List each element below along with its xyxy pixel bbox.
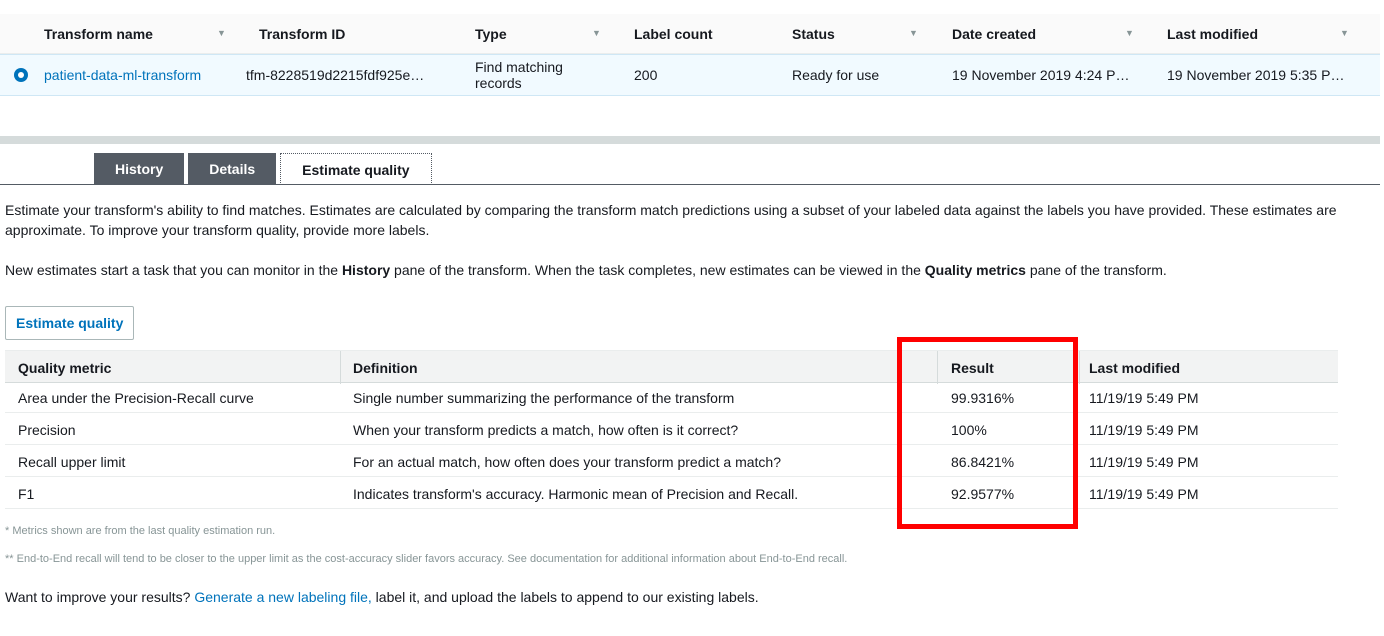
- metric-definition: When your transform predicts a match, ho…: [353, 422, 739, 438]
- tab-underline: [0, 184, 1380, 185]
- transform-last-modified: 19 November 2019 5:35 P…: [1167, 67, 1345, 83]
- generate-labeling-file-link[interactable]: Generate a new labeling file,: [194, 589, 371, 605]
- table-row: Recall upper limit For an actual match, …: [5, 447, 1338, 477]
- col-type[interactable]: Type: [475, 14, 507, 54]
- col-date-created[interactable]: Date created: [952, 14, 1036, 54]
- improve-results-text: Want to improve your results? Generate a…: [5, 589, 759, 605]
- sort-caret-icon[interactable]: ▼: [1125, 28, 1134, 38]
- metric-name: F1: [18, 486, 35, 502]
- metric-name: Precision: [18, 422, 76, 438]
- metric-result: 99.9316%: [951, 390, 1015, 406]
- metric-result: 100%: [951, 422, 987, 438]
- col-label-count[interactable]: Label count: [634, 14, 713, 54]
- transform-name-link[interactable]: patient-data-ml-transform: [44, 55, 201, 95]
- column-separator[interactable]: [1079, 351, 1080, 384]
- table-row: F1 Indicates transform's accuracy. Harmo…: [5, 479, 1338, 509]
- transform-type: Find matching records: [475, 59, 563, 91]
- metric-last-modified: 11/19/19 5:49 PM: [1089, 390, 1199, 406]
- transforms-table-header: Transform name ▼ Transform ID Type ▼ Lab…: [0, 14, 1380, 54]
- intro-text: Estimate your transform's ability to fin…: [5, 202, 1337, 238]
- metric-last-modified: 11/19/19 5:49 PM: [1089, 454, 1199, 470]
- column-separator[interactable]: [340, 351, 341, 384]
- transform-id: tfm-8228519d2215fdf925e…: [246, 67, 425, 83]
- radio-selected-icon[interactable]: [14, 68, 28, 82]
- col-status[interactable]: Status: [792, 14, 835, 54]
- column-separator[interactable]: [937, 351, 938, 384]
- metrics-table-header: Quality metric Definition Result Last mo…: [5, 350, 1338, 384]
- col-transform-name[interactable]: Transform name: [44, 14, 153, 54]
- tab-history[interactable]: History: [94, 153, 185, 185]
- sort-caret-icon[interactable]: ▼: [1340, 28, 1349, 38]
- metric-definition: Single number summarizing the performanc…: [353, 390, 735, 406]
- task-info-text: New estimates start a task that you can …: [5, 262, 1167, 278]
- recall-note: ** End-to-End recall will tend to be clo…: [5, 553, 848, 565]
- tab-bar: History Details Estimate quality: [94, 153, 436, 185]
- metric-definition: For an actual match, how often does your…: [353, 454, 781, 470]
- col-last-modified[interactable]: Last modified: [1167, 14, 1258, 54]
- estimate-quality-button[interactable]: Estimate quality: [5, 306, 135, 340]
- col-metric-last-modified: Last modified: [1089, 359, 1181, 376]
- metric-name: Area under the Precision-Recall curve: [18, 390, 254, 406]
- tab-details[interactable]: Details: [188, 153, 277, 185]
- table-row: Precision When your transform predicts a…: [5, 415, 1338, 445]
- metric-result: 86.8421%: [951, 454, 1015, 470]
- transform-date-created: 19 November 2019 4:24 P…: [952, 67, 1130, 83]
- transform-row-selected[interactable]: patient-data-ml-transform tfm-8228519d22…: [0, 54, 1380, 96]
- metric-last-modified: 11/19/19 5:49 PM: [1089, 422, 1199, 438]
- metric-definition: Indicates transform's accuracy. Harmonic…: [353, 486, 799, 502]
- metric-name: Recall upper limit: [18, 454, 126, 470]
- col-transform-id[interactable]: Transform ID: [259, 14, 345, 54]
- sort-caret-icon[interactable]: ▼: [217, 28, 226, 38]
- col-result: Result: [951, 359, 994, 376]
- sort-caret-icon[interactable]: ▼: [592, 28, 601, 38]
- col-definition: Definition: [353, 359, 418, 376]
- transform-label-count: 200: [634, 67, 658, 83]
- sort-caret-icon[interactable]: ▼: [909, 28, 918, 38]
- metrics-note: * Metrics shown are from the last qualit…: [5, 525, 276, 537]
- panel-divider[interactable]: [0, 136, 1380, 144]
- tab-estimate-quality[interactable]: Estimate quality: [280, 153, 432, 185]
- col-quality-metric: Quality metric: [18, 359, 112, 376]
- table-row: Area under the Precision-Recall curve Si…: [5, 383, 1338, 413]
- metric-last-modified: 11/19/19 5:49 PM: [1089, 486, 1199, 502]
- transform-status: Ready for use: [792, 67, 880, 83]
- metric-result: 92.9577%: [951, 486, 1015, 502]
